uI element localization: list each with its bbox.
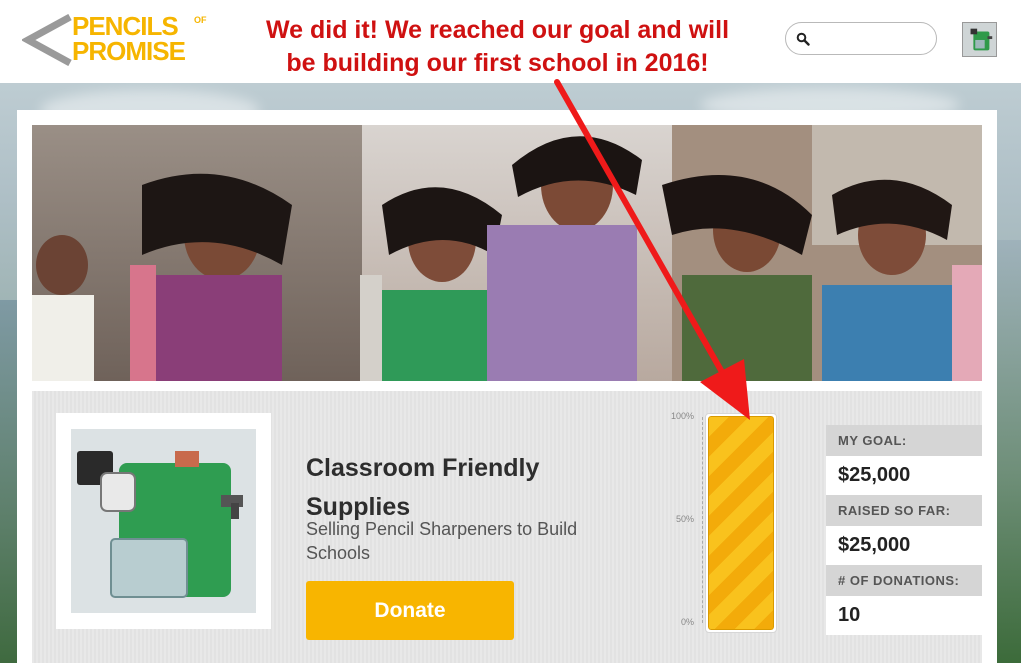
donations-value: 10 (826, 596, 982, 635)
pencil-sharpener-image (71, 429, 256, 613)
progress-gauge-fill (708, 416, 774, 630)
user-avatar[interactable] (962, 22, 997, 57)
project-title: Classroom Friendly Supplies (306, 454, 540, 521)
project-info-panel: Classroom Friendly Supplies Selling Penc… (32, 391, 982, 663)
donations-label: # OF DONATIONS: (826, 565, 982, 596)
goal-value: $25,000 (826, 456, 982, 495)
scale-label-0: 0% (680, 617, 694, 627)
logo-text-line2: PROMISE (72, 36, 186, 66)
goal-label: MY GOAL: (826, 425, 982, 456)
progress-gauge (705, 413, 777, 633)
hero-photo (32, 125, 982, 381)
search-icon (796, 32, 810, 46)
funding-stats: MY GOAL: $25,000 RAISED SO FAR: $25,000 … (826, 425, 982, 635)
product-image-frame (56, 413, 271, 629)
project-card: Classroom Friendly Supplies Selling Penc… (17, 110, 997, 663)
pencils-of-promise-logo[interactable]: PENCILS OF PROMISE (22, 12, 212, 68)
project-subtitle: Selling Pencil Sharpeners to Build Schoo… (306, 519, 578, 563)
search-input[interactable] (814, 29, 929, 49)
logo-text-line1: PENCILS (72, 11, 179, 41)
site-header: PENCILS OF PROMISE We did it! We reached… (0, 0, 1021, 83)
scale-label-100: 100% (670, 411, 694, 421)
background-mountain-right (993, 240, 1021, 663)
avatar-sharpener-icon (963, 23, 996, 56)
logo-chevron-icon (22, 14, 72, 66)
hero-children-illustration (32, 125, 982, 381)
progress-scale: 100% 50% 0% (662, 411, 698, 631)
donate-button[interactable]: Donate (306, 581, 514, 640)
annotation-line-1: We did it! We reached our goal and will (265, 16, 730, 44)
raised-label: RAISED SO FAR: (826, 495, 982, 526)
annotation-message: We did it! We reached our goal and will … (215, 14, 780, 80)
progress-gauge-track (708, 416, 774, 630)
logo-text-of: OF (194, 15, 207, 25)
raised-value: $25,000 (826, 526, 982, 565)
scale-label-50: 50% (675, 514, 694, 524)
annotation-line-2: be building our first school in 2016! (286, 49, 709, 77)
search-box[interactable] (785, 22, 937, 55)
progress-scale-rule (702, 417, 703, 623)
